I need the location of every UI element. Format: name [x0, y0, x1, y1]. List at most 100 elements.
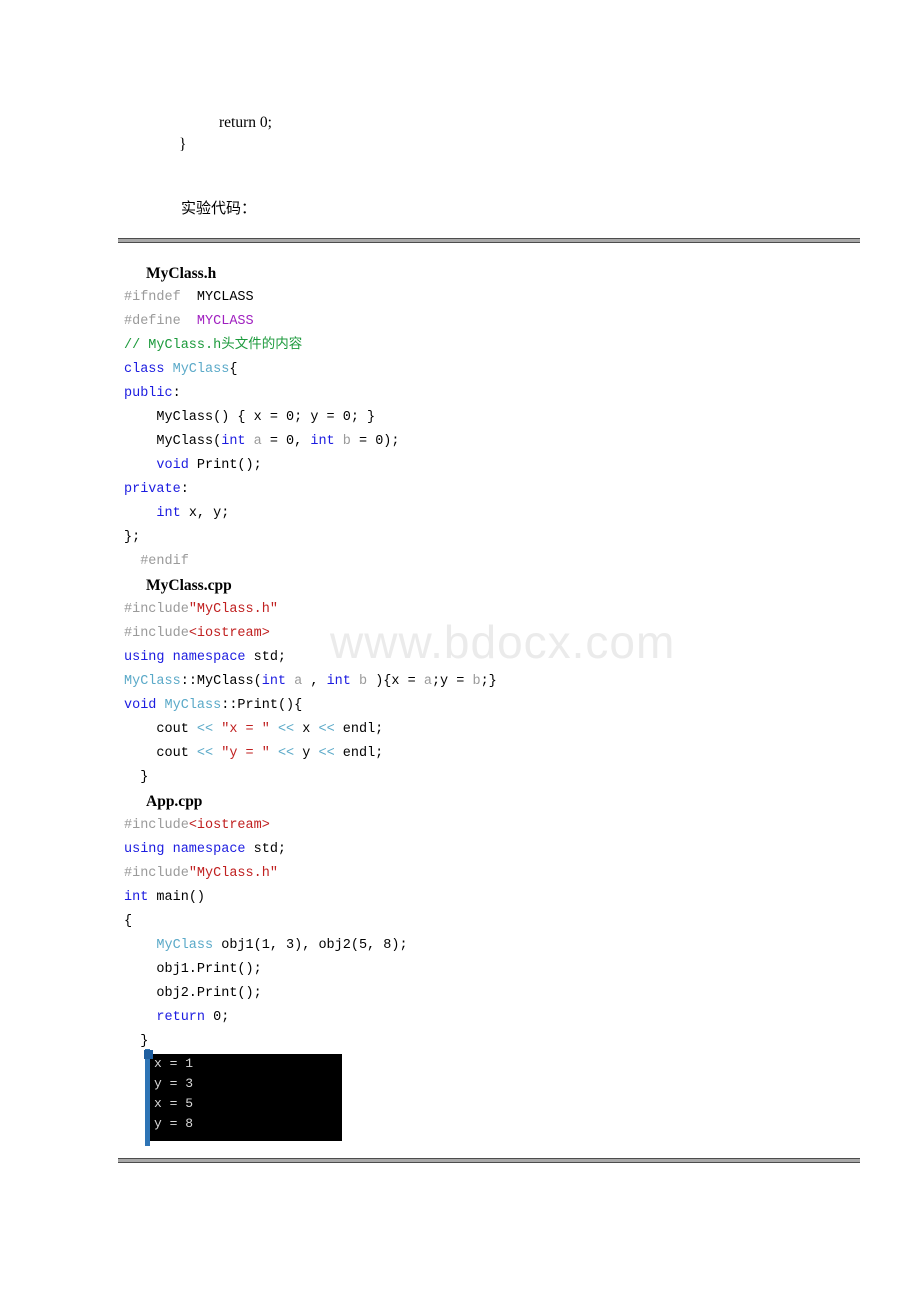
code-token-plain: { [229, 362, 238, 377]
code-token-plain: std; [245, 650, 287, 665]
code-token-type: MyClass [124, 674, 181, 689]
code-token-plain: obj1.Print(); [124, 962, 262, 977]
code-token-plain: MyClass() { x = 0; y = 0; } [124, 410, 376, 425]
code-line: class MyClass{ [0, 358, 920, 382]
code-token-op: << [277, 746, 295, 761]
code-line: { [0, 910, 920, 934]
code-token-plain: main() [148, 890, 206, 905]
code-token-plain: ;y = [431, 674, 473, 689]
code-token-str: "MyClass.h" [188, 866, 278, 881]
code-token-type: MyClass [164, 698, 222, 713]
code-token-plain: MyClass( [124, 434, 222, 449]
code-token-var: a [253, 434, 262, 449]
code-line: #include<iostream> [0, 622, 920, 646]
code-token-plain: endl; [334, 722, 384, 737]
code-token-kw: int [310, 434, 335, 449]
code-token-pre: #define [124, 314, 181, 329]
code-token-kw: int [326, 674, 351, 689]
document-page: www.bdocx.com return 0; } 实验代码： MyClass.… [0, 0, 920, 1302]
code-token-com: // MyClass.h头文件的内容 [124, 338, 303, 353]
console-output-window: x = 1 y = 3 x = 5 y = 8 [145, 1054, 342, 1141]
code-line: }; [0, 526, 920, 550]
code-line: #include"MyClass.h" [0, 862, 920, 886]
code-token-plain: ;} [480, 674, 497, 689]
code-token-plain: { [124, 914, 133, 929]
console-line: x = 5 [154, 1096, 194, 1111]
horizontal-rule-bottom [118, 1158, 860, 1163]
code-file-heading: MyClass.h [146, 265, 217, 282]
code-token-var: a [423, 674, 432, 689]
code-token-kw: using namespace [124, 650, 246, 665]
code-file-heading: MyClass.cpp [146, 577, 232, 594]
code-token-kw: int [261, 674, 287, 689]
code-line: #ifndef MYCLASS [0, 286, 920, 310]
code-token-plain: cout [124, 722, 197, 737]
code-token-plain: std; [245, 842, 287, 857]
code-token-str: "y = " [221, 746, 270, 761]
code-token-op: << [318, 722, 335, 737]
code-token-type: MyClass [172, 362, 230, 377]
code-token-kw: class [124, 362, 173, 377]
code-line: #endif [0, 550, 920, 574]
code-token-var: b [342, 434, 351, 449]
code-line: obj2.Print(); [0, 982, 920, 1006]
code-token-str: <iostream> [188, 626, 270, 641]
console-line: y = 8 [154, 1116, 194, 1131]
code-token-str: "MyClass.h" [188, 602, 278, 617]
code-token-plain: x [294, 722, 319, 737]
code-line: MyClass::MyClass(int a , int b ){x = a;y… [0, 670, 920, 694]
code-line: private: [0, 478, 920, 502]
code-token-type: MyClass [156, 938, 214, 953]
code-line: int x, y; [0, 502, 920, 526]
code-token-pre: #endif [124, 554, 189, 569]
code-line: public: [0, 382, 920, 406]
code-token-plain: = 0, [261, 434, 311, 449]
prose-close-brace: } [179, 136, 187, 153]
code-listing: MyClass.h #ifndef MYCLASS #define MYCLASS /… [0, 262, 920, 1054]
code-line: #include"MyClass.h" [0, 598, 920, 622]
console-line: y = 3 [154, 1076, 194, 1091]
code-line: cout << "x = " << x << endl; [0, 718, 920, 742]
code-token-var: b [359, 674, 368, 689]
code-line: MyClass obj1(1, 3), obj2(5, 8); [0, 934, 920, 958]
code-token-op: << [196, 722, 214, 737]
code-token-kw: return [156, 1010, 206, 1025]
code-line: MyClass(int a = 0, int b = 0); [0, 430, 920, 454]
code-token-plain: MYCLASS [180, 290, 254, 305]
code-token-plain: } [124, 1034, 149, 1049]
code-token-op: << [318, 746, 335, 761]
prose-return-line: return 0; [219, 114, 272, 131]
code-token-plain: ){x = [367, 674, 424, 689]
code-token-plain: : [172, 386, 181, 401]
code-line: #define MYCLASS [0, 310, 920, 334]
code-token-plain: obj2.Print(); [124, 986, 262, 1001]
code-token-pre: #include [124, 866, 189, 881]
code-token-plain: y [294, 746, 319, 761]
code-line: using namespace std; [0, 646, 920, 670]
code-token-op: << [277, 722, 295, 737]
code-token-plain: x, y; [180, 506, 230, 521]
code-token-plain: cout [124, 746, 197, 761]
code-token-plain: } [124, 770, 149, 785]
code-token-pre: #ifndef [124, 290, 181, 305]
code-line: return 0; [0, 1006, 920, 1030]
code-token-plain: ::Print(){ [221, 698, 303, 713]
code-token-kw: void [156, 458, 189, 473]
code-line: void MyClass::Print(){ [0, 694, 920, 718]
code-token-kw: public [124, 386, 173, 401]
code-token-plain: ::MyClass( [180, 674, 262, 689]
code-file-heading: App.cpp [146, 793, 203, 810]
selection-handle-icon [144, 1050, 153, 1059]
code-token-plain: }; [124, 530, 141, 545]
code-token-pre: #include [124, 602, 189, 617]
